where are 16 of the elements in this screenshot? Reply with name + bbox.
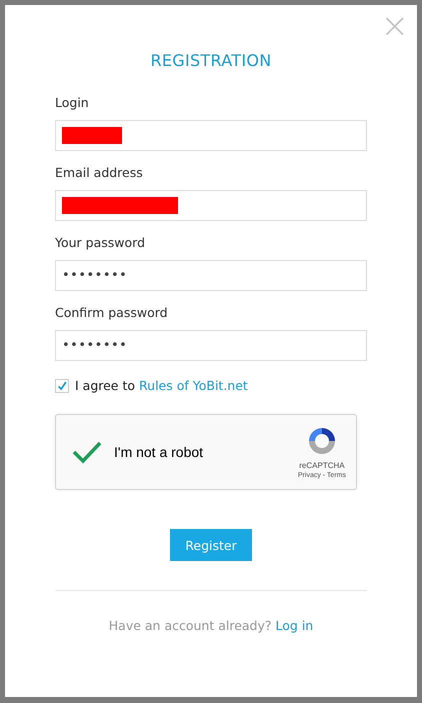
footer-text: Have an account already? bbox=[108, 618, 272, 633]
agree-text: I agree to bbox=[75, 378, 136, 393]
captcha-label: I'm not a robot bbox=[114, 444, 204, 460]
dialog-title: REGISTRATION bbox=[149, 51, 273, 72]
field-label: Your password bbox=[55, 235, 146, 251]
input-field[interactable]: •••••••• bbox=[55, 260, 367, 291]
field-label: Email address bbox=[55, 165, 144, 181]
input-field[interactable]: •••••••• bbox=[55, 330, 367, 361]
captcha-brand: reCAPTCHA bbox=[299, 461, 345, 470]
input-field[interactable] bbox=[55, 190, 367, 221]
field-label: Confirm password bbox=[55, 305, 169, 321]
checkbox[interactable] bbox=[55, 378, 69, 392]
input-field[interactable] bbox=[55, 120, 367, 151]
field-label: Login bbox=[55, 95, 90, 111]
redaction-mark bbox=[62, 127, 122, 144]
checkmark-icon[interactable] bbox=[72, 440, 102, 464]
